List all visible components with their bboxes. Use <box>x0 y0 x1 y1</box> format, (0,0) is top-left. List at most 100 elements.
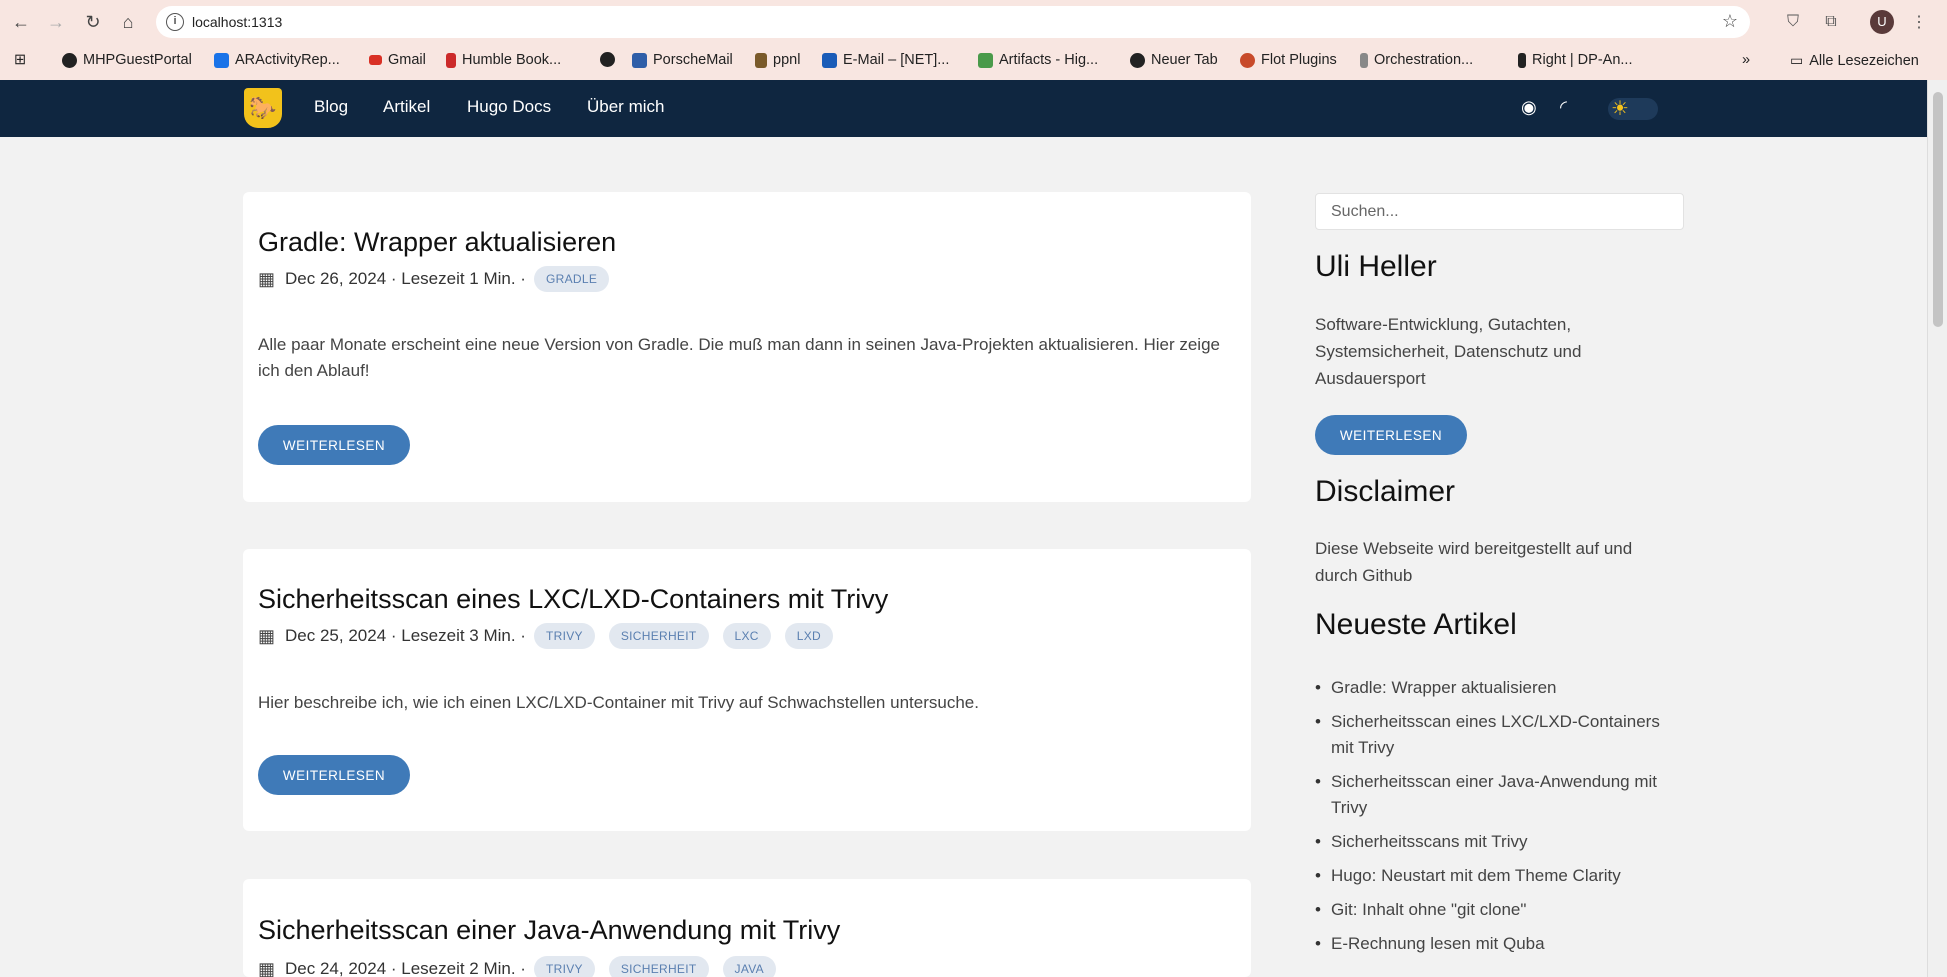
bookmarks-bar: ⊞ MHPGuestPortal ARActivityRep... Gmail … <box>0 44 1947 80</box>
arrow-icon <box>1518 52 1526 68</box>
bookmark-item[interactable]: MHPGuestPortal <box>62 52 192 68</box>
bookmark-label: Right | DP-An... <box>1532 52 1633 68</box>
recent-article-link[interactable]: Hugo: Neustart mit dem Theme Clarity <box>1315 863 1675 889</box>
bookmark-label: ARActivityRep... <box>235 52 340 68</box>
globe-icon <box>1130 52 1145 68</box>
site-info-icon[interactable]: i <box>166 13 184 31</box>
search-input[interactable] <box>1315 193 1684 230</box>
bookmark-item[interactable]: ppnl <box>755 52 800 68</box>
bookmark-item[interactable]: Right | DP-An... <box>1518 52 1632 68</box>
bookmark-star-icon[interactable]: ☆ <box>1722 11 1738 32</box>
bookmarks-overflow-icon[interactable]: » <box>1742 52 1750 68</box>
bookmark-item[interactable]: Flot Plugins <box>1240 52 1337 68</box>
home-icon[interactable]: ⌂ <box>115 9 141 35</box>
extension-shield-icon[interactable]: ⛉ <box>1780 9 1806 35</box>
recent-article-link[interactable]: Sicherheitsscans mit Trivy <box>1315 829 1675 855</box>
post-meta: ▦ Dec 25, 2024 · Lesezeit 3 Min. · TRIVY… <box>258 623 834 649</box>
bookmark-item[interactable]: PorscheMail <box>632 52 733 68</box>
post-date: Dec 26, 2024 · Lesezeit 1 Min. · <box>285 269 526 288</box>
bookmark-item[interactable]: ARActivityRep... <box>214 52 340 68</box>
nav-ueber-mich[interactable]: Über mich <box>587 97 664 117</box>
bookmark-item[interactable]: Orchestration... <box>1360 52 1473 68</box>
read-more-button[interactable]: WEITERLESEN <box>258 425 410 465</box>
recent-article-link[interactable]: E-Rechnung lesen mit Quba <box>1315 931 1675 957</box>
post-meta: ▦ Dec 26, 2024 · Lesezeit 1 Min. · GRADL… <box>258 266 610 292</box>
rss-icon[interactable]: ◜ <box>1560 97 1567 118</box>
tag-trivy[interactable]: TRIVY <box>533 956 595 977</box>
scrollbar-thumb[interactable] <box>1933 92 1943 327</box>
post-date: Dec 24, 2024 · Lesezeit 2 Min. · <box>285 959 526 977</box>
bookmark-label: Gmail <box>388 52 426 68</box>
disclaimer-heading: Disclaimer <box>1315 475 1456 508</box>
tag-java[interactable]: JAVA <box>722 956 776 977</box>
sun-icon: ☀ <box>1611 98 1629 120</box>
bookmark-label: E-Mail – [NET]... <box>843 52 950 68</box>
apps-grid-icon[interactable]: ⊞ <box>14 52 26 68</box>
all-bookmarks[interactable]: ▭ Alle Lesezeichen <box>1790 52 1919 69</box>
tag-sicherheit[interactable]: SICHERHEIT <box>608 623 709 649</box>
all-bookmarks-label: Alle Lesezeichen <box>1809 52 1919 69</box>
tag-gradle[interactable]: GRADLE <box>533 266 610 292</box>
bookmark-label: Orchestration... <box>1374 52 1474 68</box>
disclaimer-text: Diese Webseite wird bereitgestellt auf u… <box>1315 539 1633 585</box>
porsche-crest-icon <box>755 52 767 68</box>
outlook-icon <box>822 52 837 68</box>
author-name: Uli Heller <box>1315 250 1437 283</box>
forward-icon[interactable]: → <box>43 9 69 35</box>
bookmark-item[interactable]: Humble Book... <box>446 52 561 68</box>
browser-chrome: ← → ↻ ⌂ i localhost:1313 ☆ ⛉ ⧉ U ⋮ ⊞ MHP… <box>0 0 1947 80</box>
github-icon[interactable]: ◉ <box>1521 97 1537 118</box>
reload-icon[interactable]: ↻ <box>80 9 106 35</box>
post-card: Gradle: Wrapper aktualisieren ▦ Dec 26, … <box>243 192 1251 502</box>
url-text: localhost:1313 <box>192 14 283 30</box>
post-card: Sicherheitsscan eines LXC/LXD-Containers… <box>243 549 1251 831</box>
bookmark-item[interactable]: Gmail <box>369 52 426 68</box>
profile-avatar[interactable]: U <box>1870 10 1894 34</box>
tag-trivy[interactable]: TRIVY <box>533 623 595 649</box>
bookmark-item[interactable]: Artifacts - Hig... <box>978 52 1098 68</box>
bookmark-item[interactable]: Neuer Tab <box>1130 52 1218 68</box>
post-excerpt: Alle paar Monate erscheint eine neue Ver… <box>258 335 1220 380</box>
bookmark-label: Humble Book... <box>462 52 562 68</box>
browser-menu-icon[interactable]: ⋮ <box>1906 9 1932 35</box>
orchestration-icon <box>1360 52 1368 68</box>
extensions-puzzle-icon[interactable]: ⧉ <box>1818 9 1844 35</box>
post-title[interactable]: Sicherheitsscan eines LXC/LXD-Containers… <box>258 584 888 615</box>
folder-icon: ▭ <box>1790 52 1804 68</box>
recent-articles-list: Gradle: Wrapper aktualisieren Sicherheit… <box>1315 675 1675 965</box>
recent-article-link[interactable]: Git: Inhalt ohne "git clone" <box>1315 897 1675 923</box>
post-excerpt: Hier beschreibe ich, wie ich einen LXC/L… <box>258 693 979 712</box>
calendar-icon: ▦ <box>258 625 276 646</box>
artifacts-icon <box>978 52 993 68</box>
page-scrollbar[interactable] <box>1927 80 1947 977</box>
bookmark-label: Neuer Tab <box>1151 52 1218 68</box>
site-logo[interactable]: 🐎 <box>244 88 282 128</box>
nav-hugo-docs[interactable]: Hugo Docs <box>467 97 551 117</box>
post-date: Dec 25, 2024 · Lesezeit 3 Min. · <box>285 626 526 645</box>
tag-sicherheit[interactable]: SICHERHEIT <box>608 956 709 977</box>
recent-article-link[interactable]: Sicherheitsscan eines LXC/LXD-Containers… <box>1315 709 1675 761</box>
nav-blog[interactable]: Blog <box>314 97 348 117</box>
read-more-button[interactable]: WEITERLESEN <box>258 755 410 795</box>
post-card: Sicherheitsscan einer Java-Anwendung mit… <box>243 879 1251 977</box>
bookmark-label: MHPGuestPortal <box>83 52 192 68</box>
tag-lxd[interactable]: LXD <box>784 623 834 649</box>
bookmark-item[interactable]: E-Mail – [NET]... <box>822 52 949 68</box>
theme-toggle[interactable]: ☀ <box>1608 98 1658 120</box>
address-row: ← → ↻ ⌂ i localhost:1313 ☆ ⛉ ⧉ U ⋮ <box>0 0 1947 44</box>
back-icon[interactable]: ← <box>8 9 34 35</box>
author-read-more-button[interactable]: WEITERLESEN <box>1315 415 1467 455</box>
bookmark-label: Flot Plugins <box>1261 52 1337 68</box>
bookmark-item[interactable] <box>600 52 615 67</box>
recent-article-link[interactable]: Gradle: Wrapper aktualisieren <box>1315 675 1675 701</box>
recent-article-link[interactable]: Sicherheitsscan einer Java-Anwendung mit… <box>1315 769 1675 821</box>
tag-lxc[interactable]: LXC <box>722 623 771 649</box>
address-bar[interactable]: i localhost:1313 ☆ <box>156 6 1750 38</box>
post-title[interactable]: Gradle: Wrapper aktualisieren <box>258 227 616 258</box>
post-title[interactable]: Sicherheitsscan einer Java-Anwendung mit… <box>258 915 840 946</box>
nav-artikel[interactable]: Artikel <box>383 97 430 117</box>
gmail-icon <box>369 55 382 65</box>
humble-icon <box>446 52 456 68</box>
flot-icon <box>1240 52 1255 68</box>
post-meta: ▦ Dec 24, 2024 · Lesezeit 2 Min. · TRIVY… <box>258 956 776 977</box>
